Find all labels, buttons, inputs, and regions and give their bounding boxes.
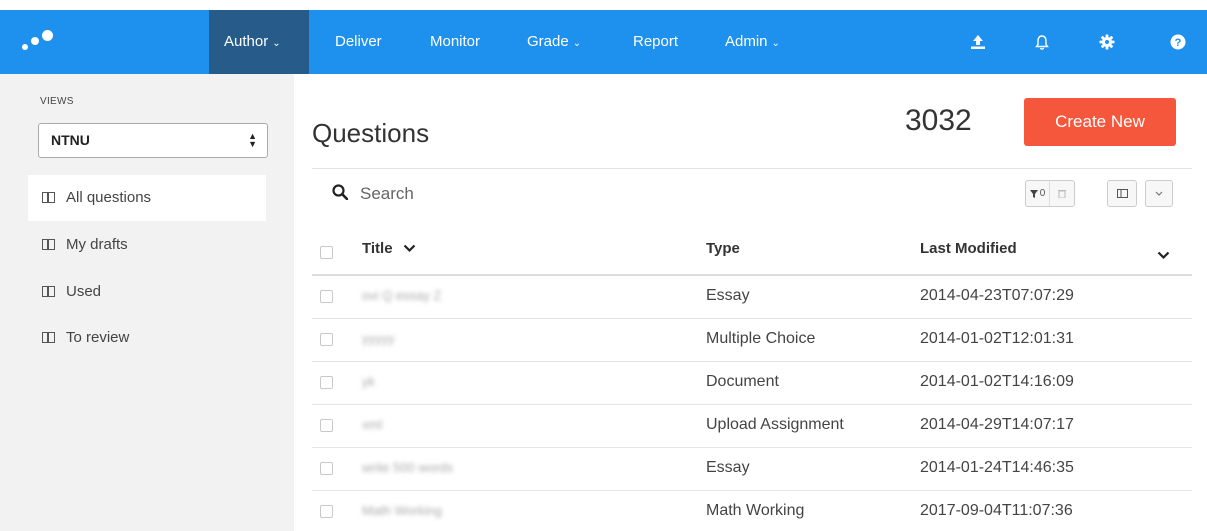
row-type: Multiple Choice [706, 330, 816, 347]
sidebar-item-my-drafts[interactable]: My drafts [28, 222, 266, 268]
views-label: VIEWS [40, 96, 74, 107]
table-icon [42, 332, 55, 343]
row-type: Math Working [706, 502, 805, 519]
nav-grade[interactable]: Grade ⌄ [512, 10, 596, 74]
table-header-divider [312, 274, 1192, 276]
nav-grade-label: Grade [527, 33, 569, 50]
column-header-title[interactable]: Title [362, 240, 416, 257]
nav-monitor[interactable]: Monitor [415, 10, 495, 74]
chevron-down-icon: ⌄ [771, 38, 780, 49]
row-last-modified: 2014-01-24T14:46:35 [920, 459, 1074, 476]
nav-author[interactable]: Author ⌄ [209, 10, 309, 74]
filter-icon [1029, 189, 1038, 198]
search-input[interactable] [360, 180, 760, 208]
row-last-modified: 2014-04-23T07:07:29 [920, 287, 1074, 304]
sidebar-item-label: Used [66, 283, 102, 300]
row-title[interactable]: yk [362, 374, 375, 389]
filter-button[interactable]: 0 [1026, 181, 1050, 206]
sidebar-item-to-review[interactable]: To review [28, 315, 266, 361]
row-title[interactable]: Math Working [362, 503, 442, 518]
sidebar-item-label: All questions [66, 189, 152, 206]
chevron-down-icon [1155, 191, 1163, 196]
trash-icon[interactable] [1050, 189, 1074, 198]
nav-admin-label: Admin [725, 33, 768, 50]
chevron-down-icon: ⌄ [272, 38, 281, 49]
svg-text:?: ? [1175, 37, 1182, 49]
nav-monitor-label: Monitor [430, 33, 481, 50]
chevron-down-icon: ⌄ [572, 38, 582, 49]
column-header-type[interactable]: Type [706, 240, 740, 257]
gear-icon[interactable] [1095, 30, 1119, 54]
column-header-title-label: Title [362, 240, 393, 257]
row-title[interactable]: write 500 words [362, 460, 453, 475]
nav-deliver-label: Deliver [335, 33, 382, 50]
row-checkbox[interactable] [320, 462, 333, 475]
row-checkbox[interactable] [320, 290, 333, 303]
app-logo[interactable] [22, 28, 62, 56]
row-checkbox[interactable] [320, 376, 333, 389]
upload-icon[interactable] [966, 30, 990, 54]
table-icon [42, 286, 55, 297]
nav-deliver[interactable]: Deliver [320, 10, 397, 74]
row-type: Document [706, 373, 779, 390]
row-last-modified: 2014-01-02T14:16:09 [920, 373, 1074, 390]
filter-toggle[interactable]: 0 [1025, 180, 1075, 207]
table-icon [42, 192, 55, 203]
row-last-modified: 2017-09-04T11:07:36 [920, 502, 1073, 519]
views-select-value: NTNU [51, 132, 90, 148]
views-select[interactable]: NTNU ▲ ▼ [38, 123, 268, 158]
row-last-modified: 2014-01-02T12:01:31 [920, 330, 1074, 347]
column-menu-chevron-icon[interactable] [1157, 247, 1170, 265]
row-divider [312, 318, 1192, 319]
row-last-modified: 2014-04-29T14:07:17 [920, 416, 1074, 433]
row-divider [312, 361, 1192, 362]
help-icon[interactable]: ? [1166, 30, 1190, 54]
sidebar-item-all-questions[interactable]: All questions [28, 175, 266, 221]
row-checkbox[interactable] [320, 505, 333, 518]
row-divider [312, 404, 1192, 405]
row-checkbox[interactable] [320, 333, 333, 346]
top-nav-bar: Author ⌄ Deliver Monitor Grade ⌄ Report Ad… [0, 10, 1207, 74]
nav-admin[interactable]: Admin ⌄ [710, 10, 795, 74]
row-type: Essay [706, 287, 750, 304]
sidebar-item-label: To review [66, 329, 130, 346]
row-type: Upload Assignment [706, 416, 844, 433]
select-arrows-icon: ▲ ▼ [248, 131, 257, 149]
create-new-button[interactable]: Create New [1024, 98, 1176, 146]
nav-report-label: Report [633, 33, 679, 50]
table-icon [42, 239, 55, 250]
columns-button[interactable] [1107, 180, 1137, 207]
row-divider [312, 447, 1192, 448]
row-divider [312, 490, 1192, 491]
row-title[interactable]: xml [362, 417, 382, 432]
sidebar: VIEWS NTNU ▲ ▼ All questions My drafts Us… [0, 74, 294, 531]
page-title: Questions [312, 118, 430, 148]
search-icon [332, 184, 349, 201]
question-count: 3032 [905, 104, 972, 137]
sidebar-item-label: My drafts [66, 236, 128, 253]
sidebar-item-used[interactable]: Used [28, 269, 266, 315]
filter-count: 0 [1039, 188, 1046, 199]
nav-author-label: Author [224, 33, 269, 50]
select-all-checkbox[interactable] [320, 246, 333, 259]
more-options-button[interactable] [1145, 180, 1173, 207]
header-divider [312, 168, 1192, 169]
nav-report[interactable]: Report [618, 10, 693, 74]
column-header-last-modified[interactable]: Last Modified [920, 240, 1017, 257]
row-title[interactable]: yyyyy [362, 331, 395, 346]
row-title[interactable]: ovi Q essay Z [362, 288, 441, 303]
bell-icon[interactable] [1030, 30, 1054, 54]
columns-icon [1116, 189, 1128, 198]
sort-chevron-icon [403, 244, 416, 253]
row-checkbox[interactable] [320, 419, 333, 432]
row-type: Essay [706, 459, 750, 476]
